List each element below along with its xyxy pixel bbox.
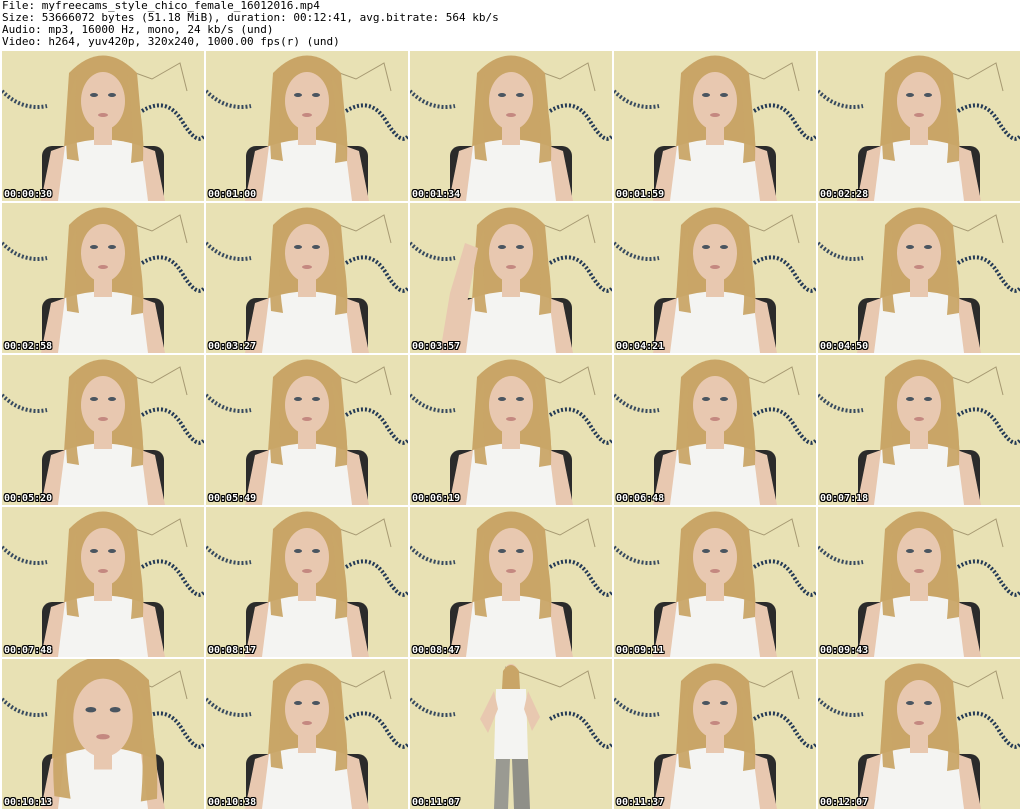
webcam-frame-image — [818, 203, 1020, 353]
webcam-frame-image — [410, 355, 612, 505]
webcam-frame-image — [2, 507, 204, 657]
thumbnail-timestamp: 00:07:18 — [820, 493, 869, 504]
file-size-line: Size: 53666072 bytes (51.18 MiB), durati… — [2, 12, 499, 24]
thumbnail-timestamp: 00:10:13 — [4, 797, 53, 808]
webcam-frame-image — [206, 203, 408, 353]
webcam-frame-image — [410, 507, 612, 657]
thumbnail-timestamp: 00:01:34 — [412, 189, 461, 200]
thumbnail-timestamp: 00:08:17 — [208, 645, 257, 656]
thumbnail-timestamp: 00:03:27 — [208, 341, 257, 352]
webcam-frame-image — [614, 659, 816, 809]
video-thumbnail: 00:01:00 — [206, 51, 408, 201]
video-thumbnail: 00:06:48 — [614, 355, 816, 505]
thumbnail-timestamp: 00:11:07 — [412, 797, 461, 808]
webcam-frame-image — [818, 355, 1020, 505]
webcam-frame-image — [2, 355, 204, 505]
webcam-frame-image — [818, 659, 1020, 809]
webcam-frame-image — [410, 203, 612, 353]
webcam-frame-image — [2, 203, 204, 353]
video-thumbnail: 00:11:07 — [410, 659, 612, 809]
video-thumbnail: 00:08:47 — [410, 507, 612, 657]
webcam-frame-image — [206, 659, 408, 809]
thumbnail-timestamp: 00:01:59 — [616, 189, 665, 200]
video-thumbnail: 00:06:19 — [410, 355, 612, 505]
thumbnail-timestamp: 00:12:07 — [820, 797, 869, 808]
thumbnail-grid: 00:00:30 00:01:00 00:01:34 00:01:59 00:02:28… — [2, 51, 1022, 810]
video-thumbnail: 00:05:20 — [2, 355, 204, 505]
thumbnail-timestamp: 00:06:19 — [412, 493, 461, 504]
thumbnail-timestamp: 00:11:37 — [616, 797, 665, 808]
video-thumbnail: 00:02:58 — [2, 203, 204, 353]
webcam-frame-image — [2, 659, 204, 809]
video-thumbnail: 00:10:38 — [206, 659, 408, 809]
video-thumbnail: 00:07:48 — [2, 507, 204, 657]
audio-info-line: Audio: mp3, 16000 Hz, mono, 24 kb/s (und… — [2, 24, 274, 36]
thumbnail-timestamp: 00:08:47 — [412, 645, 461, 656]
video-thumbnail: 00:09:11 — [614, 507, 816, 657]
video-thumbnail: 00:03:57 — [410, 203, 612, 353]
video-thumbnail: 00:10:13 — [2, 659, 204, 809]
webcam-frame-image — [206, 355, 408, 505]
video-info-line: Video: h264, yuv420p, 320x240, 1000.00 f… — [2, 36, 340, 48]
thumbnail-timestamp: 00:04:21 — [616, 341, 665, 352]
video-thumbnail: 00:02:28 — [818, 51, 1020, 201]
thumbnail-timestamp: 00:03:57 — [412, 341, 461, 352]
webcam-frame-image — [614, 203, 816, 353]
webcam-frame-image — [614, 507, 816, 657]
video-thumbnail: 00:09:43 — [818, 507, 1020, 657]
file-name-line: File: myfreecams_style_chico_female_1601… — [2, 0, 320, 12]
thumbnail-timestamp: 00:04:50 — [820, 341, 869, 352]
thumbnail-timestamp: 00:01:00 — [208, 189, 257, 200]
video-thumbnail: 00:04:21 — [614, 203, 816, 353]
video-thumbnail: 00:08:17 — [206, 507, 408, 657]
video-thumbnail: 00:03:27 — [206, 203, 408, 353]
thumbnail-timestamp: 00:02:58 — [4, 341, 53, 352]
webcam-frame-image — [206, 51, 408, 201]
webcam-frame-image — [410, 659, 612, 809]
webcam-frame-image — [206, 507, 408, 657]
thumbnail-timestamp: 00:10:38 — [208, 797, 257, 808]
thumbnail-timestamp: 00:09:43 — [820, 645, 869, 656]
thumbnail-timestamp: 00:07:48 — [4, 645, 53, 656]
thumbnail-timestamp: 00:02:28 — [820, 189, 869, 200]
webcam-frame-image — [614, 51, 816, 201]
video-thumbnail: 00:12:07 — [818, 659, 1020, 809]
thumbnail-timestamp: 00:05:20 — [4, 493, 53, 504]
webcam-frame-image — [614, 355, 816, 505]
video-thumbnail: 00:04:50 — [818, 203, 1020, 353]
file-info-header: File: myfreecams_style_chico_female_1601… — [2, 0, 1020, 50]
webcam-frame-image — [818, 507, 1020, 657]
thumbnail-timestamp: 00:09:11 — [616, 645, 665, 656]
video-thumbnail: 00:05:49 — [206, 355, 408, 505]
webcam-frame-image — [2, 51, 204, 201]
video-thumbnail: 00:07:18 — [818, 355, 1020, 505]
video-thumbnail: 00:00:30 — [2, 51, 204, 201]
thumbnail-timestamp: 00:06:48 — [616, 493, 665, 504]
video-thumbnail: 00:11:37 — [614, 659, 816, 809]
thumbnail-timestamp: 00:00:30 — [4, 189, 53, 200]
thumbnail-timestamp: 00:05:49 — [208, 493, 257, 504]
webcam-frame-image — [818, 51, 1020, 201]
video-thumbnail: 00:01:59 — [614, 51, 816, 201]
webcam-frame-image — [410, 51, 612, 201]
video-thumbnail: 00:01:34 — [410, 51, 612, 201]
